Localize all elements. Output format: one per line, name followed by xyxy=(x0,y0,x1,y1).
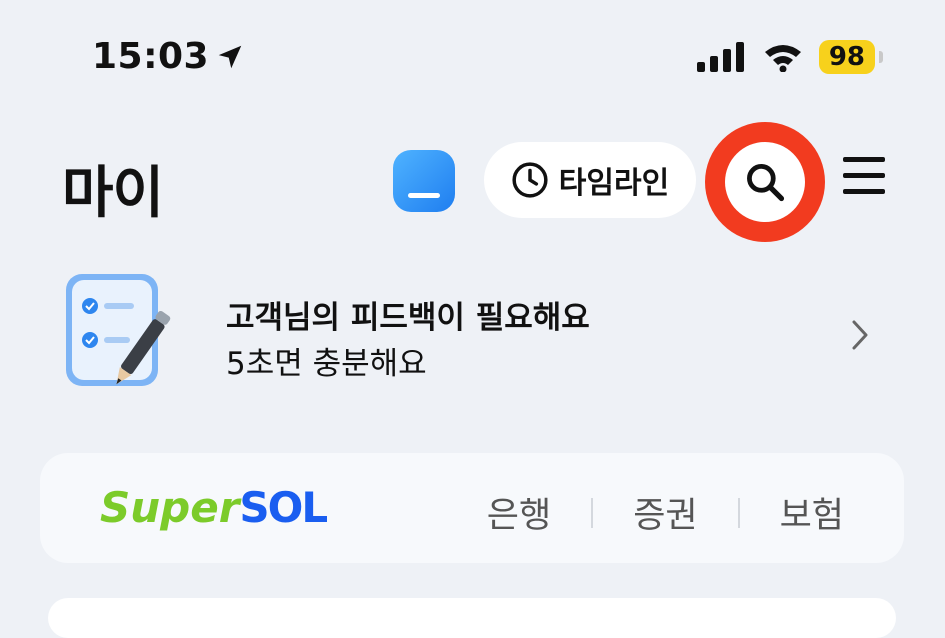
battery-indicator: 98 xyxy=(818,40,884,74)
location-arrow-icon xyxy=(218,45,242,68)
signal-icon xyxy=(696,42,744,72)
menu-line xyxy=(843,157,885,162)
link-securities[interactable]: 증권 xyxy=(633,487,697,538)
battery-level: 98 xyxy=(828,42,865,72)
timeline-label: 타임라인 xyxy=(558,166,670,201)
wifi-icon xyxy=(764,45,801,72)
feedback-title: 고객님의 피드백이 필요해요 xyxy=(226,300,590,336)
supersol-bar: Super SOL 은행 증권 보험 xyxy=(40,453,904,563)
feedback-subtitle: 5초면 충분해요 xyxy=(226,346,427,382)
link-bank[interactable]: 은행 xyxy=(487,487,551,538)
link-insurance[interactable]: 보험 xyxy=(780,487,844,538)
divider xyxy=(737,497,740,528)
feedback-banner[interactable]: 고객님의 피드백이 필요해요 5초면 충분해요 xyxy=(60,270,890,410)
clock-icon xyxy=(512,162,548,198)
menu-icon[interactable] xyxy=(843,157,885,197)
status-bar-right: 98 xyxy=(696,40,884,74)
status-bar-time: 15:03 xyxy=(92,36,245,77)
menu-line xyxy=(843,189,885,194)
logo-sol-text: SOL xyxy=(239,483,328,532)
time-text: 15:03 xyxy=(92,36,210,77)
search-icon xyxy=(747,164,785,202)
app-shortcut-icon[interactable] xyxy=(393,150,455,212)
timeline-button[interactable]: 타임라인 xyxy=(484,142,696,218)
page-title: 마이 xyxy=(62,161,164,226)
next-card-partial xyxy=(48,598,896,638)
service-links: 은행 증권 보험 xyxy=(487,487,844,538)
search-button-inner xyxy=(725,142,805,222)
menu-line xyxy=(843,173,885,178)
chevron-right-icon xyxy=(852,320,868,350)
logo-super-text: Super xyxy=(100,483,240,532)
search-button[interactable] xyxy=(705,122,825,242)
supersol-logo[interactable]: Super SOL xyxy=(100,483,328,532)
divider xyxy=(591,497,594,528)
checklist-pencil-icon xyxy=(66,274,171,386)
